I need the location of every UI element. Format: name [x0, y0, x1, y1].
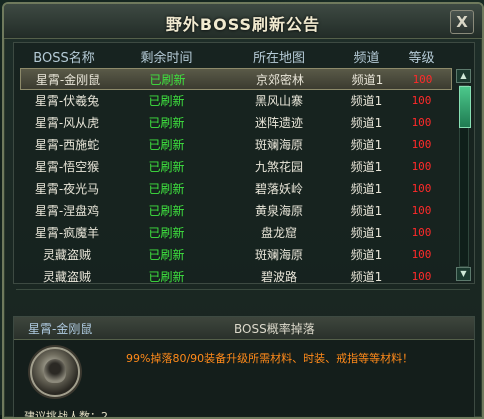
- table-row[interactable]: 灵藏盗贼 已刷新 斑斓海原 频道1 100: [20, 244, 452, 266]
- level: 100: [411, 94, 432, 107]
- boss-list: 星霄-金刚鼠 已刷新 京郊密林 频道1 100 星霄-伏羲兔 已刷新 黑风山寨 …: [20, 68, 452, 284]
- remaining-time: 已刷新: [148, 226, 185, 240]
- header-boss-name: BOSS名称: [33, 51, 95, 66]
- table-row[interactable]: 星霄-悟空猴 已刷新 九煞花园 频道1 100: [20, 156, 452, 178]
- table-row[interactable]: 星霄-金刚鼠 已刷新 京郊密林 频道1 100: [20, 68, 452, 90]
- boss-name: 星霄-金刚鼠: [35, 73, 101, 87]
- table-row[interactable]: 灵藏盗贼 已刷新 碧波路 频道1 100: [20, 266, 452, 288]
- header-level: 等级: [408, 51, 435, 66]
- remaining-time: 已刷新: [148, 94, 185, 108]
- scroll-down-icon[interactable]: ▼: [456, 267, 471, 281]
- level: 100: [411, 116, 432, 129]
- level: 100: [411, 204, 432, 217]
- close-button[interactable]: X: [450, 10, 474, 34]
- remaining-time: 已刷新: [148, 270, 185, 284]
- map-name: 京郊密林: [255, 73, 304, 87]
- boss-name: 星霄-疯魔羊: [34, 226, 100, 240]
- boss-name: 灵藏盗贼: [42, 248, 91, 262]
- channel: 频道1: [350, 226, 383, 240]
- table-row[interactable]: 星霄-风从虎 已刷新 迷阵遗迹 频道1 100: [20, 112, 452, 134]
- drop-header: 星霄-金刚鼠 BOSS概率掉落: [14, 317, 474, 340]
- boss-name: 星霄-夜光马: [34, 182, 100, 196]
- channel: 频道1: [350, 160, 383, 174]
- remaining-time: 已刷新: [148, 138, 185, 152]
- channel: 频道1: [351, 73, 384, 87]
- boss-table-panel: BOSS名称 剩余时间 所在地图 频道 等级 星霄-金刚鼠 已刷新 京郊密林 频…: [13, 42, 475, 284]
- remaining-time: 已刷新: [148, 204, 185, 218]
- level: 100: [412, 73, 433, 86]
- remaining-time: 已刷新: [148, 182, 185, 196]
- map-name: 斑斓海原: [254, 138, 303, 152]
- channel: 频道1: [350, 182, 383, 196]
- recommended-players: 建议挑战人数：2: [24, 410, 108, 419]
- map-name: 碧落妖岭: [254, 182, 303, 196]
- channel: 频道1: [350, 94, 383, 108]
- table-header: BOSS名称 剩余时间 所在地图 频道 等级: [14, 43, 474, 67]
- table-row[interactable]: 星霄-西施蛇 已刷新 斑斓海原 频道1 100: [20, 134, 452, 156]
- boss-avatar: [30, 347, 80, 397]
- boss-name: 星霄-西施蛇: [34, 138, 100, 152]
- boss-name: 星霄-风从虎: [34, 116, 100, 130]
- header-channel: 频道: [353, 51, 380, 66]
- boss-name: 星霄-伏羲兔: [34, 94, 100, 108]
- drop-description: 99%掉落80/90装备升级所需材料、时装、戒指等等材料！: [126, 352, 414, 365]
- map-name: 九煞花园: [254, 160, 303, 174]
- remaining-time: 已刷新: [148, 160, 185, 174]
- channel: 频道1: [350, 270, 383, 284]
- map-name: 盘龙窟: [260, 226, 297, 240]
- table-row[interactable]: 星霄-疯魔羊 已刷新 盘龙窟 频道1 100: [20, 222, 452, 244]
- title-bar: 野外BOSS刷新公告 X: [4, 4, 482, 39]
- selected-boss-name: 星霄-金刚鼠: [28, 322, 93, 336]
- level: 100: [411, 226, 432, 239]
- vertical-scrollbar[interactable]: ▲ ▼: [456, 69, 471, 281]
- section-divider: [16, 289, 470, 304]
- boss-name: 灵藏盗贼: [42, 270, 91, 284]
- map-name: 黄泉海原: [254, 204, 303, 218]
- header-map: 所在地图: [252, 51, 305, 66]
- boss-name: 星霄-悟空猴: [34, 160, 100, 174]
- level: 100: [411, 248, 432, 261]
- map-name: 斑斓海原: [254, 248, 303, 262]
- boss-portrait-icon: [44, 359, 66, 383]
- scroll-up-icon[interactable]: ▲: [456, 69, 471, 83]
- table-row[interactable]: 星霄-伏羲兔 已刷新 黑风山寨 频道1 100: [20, 90, 452, 112]
- channel: 频道1: [350, 116, 383, 130]
- boss-name: 星霄-涅盘鸡: [34, 204, 100, 218]
- level: 100: [411, 270, 432, 283]
- channel: 频道1: [350, 204, 383, 218]
- drop-section-title: BOSS概率掉落: [234, 322, 315, 336]
- remaining-time: 已刷新: [149, 73, 186, 87]
- remaining-time: 已刷新: [148, 116, 185, 130]
- level: 100: [411, 138, 432, 151]
- table-row[interactable]: 星霄-涅盘鸡 已刷新 黄泉海原 频道1 100: [20, 200, 452, 222]
- remaining-time: 已刷新: [148, 248, 185, 262]
- level: 100: [411, 160, 432, 173]
- map-name: 碧波路: [260, 270, 297, 284]
- scroll-thumb[interactable]: [459, 86, 471, 128]
- window-title: 野外BOSS刷新公告: [165, 15, 321, 34]
- channel: 频道1: [350, 248, 383, 262]
- map-name: 黑风山寨: [254, 94, 303, 108]
- map-name: 迷阵遗迹: [254, 116, 303, 130]
- header-remaining-time: 剩余时间: [140, 51, 193, 66]
- level: 100: [411, 182, 432, 195]
- boss-drop-panel: 星霄-金刚鼠 BOSS概率掉落 99%掉落80/90装备升级所需材料、时装、戒指…: [13, 316, 475, 417]
- table-row[interactable]: 星霄-夜光马 已刷新 碧落妖岭 频道1 100: [20, 178, 452, 200]
- boss-refresh-window: 野外BOSS刷新公告 X BOSS名称 剩余时间 所在地图 频道 等级 星霄-金…: [2, 2, 484, 419]
- scroll-track[interactable]: [459, 85, 471, 267]
- channel: 频道1: [350, 138, 383, 152]
